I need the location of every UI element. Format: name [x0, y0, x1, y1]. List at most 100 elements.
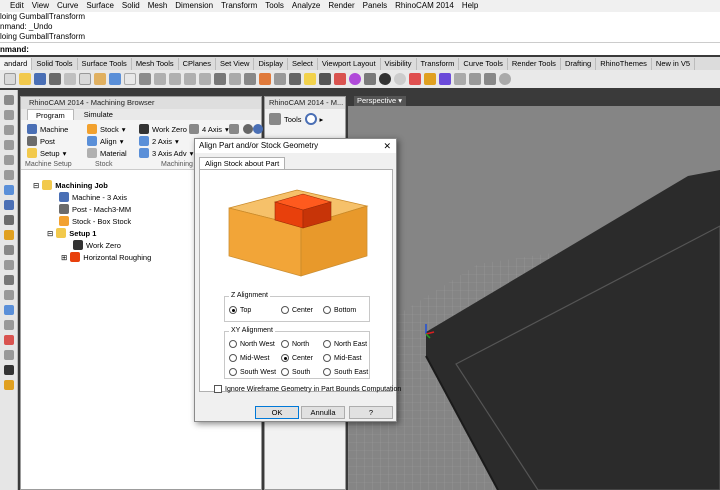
- fillet-icon[interactable]: [4, 275, 14, 285]
- command-prompt[interactable]: nmand:: [0, 42, 720, 55]
- z-center-radio[interactable]: Center: [281, 306, 313, 314]
- tab-display[interactable]: Display: [254, 58, 289, 70]
- tab-transform[interactable]: Transform: [417, 58, 460, 70]
- solid-icon[interactable]: [4, 200, 14, 210]
- xy-south-east-radio[interactable]: South East: [323, 368, 368, 376]
- tab-surface-tools[interactable]: Surface Tools: [78, 58, 132, 70]
- dialog-tab[interactable]: Align Stock about Part: [199, 157, 286, 169]
- zoom-extents-icon[interactable]: [184, 73, 196, 85]
- menu-rhinocam[interactable]: RhinoCAM 2014: [391, 0, 458, 12]
- tab-visibility[interactable]: Visibility: [381, 58, 417, 70]
- menu-help[interactable]: Help: [458, 0, 482, 12]
- cancel-button[interactable]: Annulla: [301, 406, 345, 419]
- pan-hand-icon[interactable]: [124, 73, 136, 85]
- line-icon[interactable]: [4, 110, 14, 120]
- tab-rhinothemes[interactable]: RhinoThemes: [596, 58, 652, 70]
- ok-button[interactable]: OK: [255, 406, 299, 419]
- tree-post[interactable]: Post - Mach3-MM: [59, 204, 131, 214]
- tab-select[interactable]: Select: [288, 58, 318, 70]
- material-button[interactable]: Material: [87, 148, 127, 158]
- dropdown-arrow-icon[interactable]: ▾: [398, 96, 402, 105]
- tab-drafting[interactable]: Drafting: [561, 58, 597, 70]
- open-folder-icon[interactable]: [19, 73, 31, 85]
- trim-icon[interactable]: [4, 290, 14, 300]
- stock-button[interactable]: Stock ▾: [87, 124, 126, 134]
- ignore-wireframe-checkbox[interactable]: Ignore Wireframe Geometry in Part Bounds…: [214, 385, 401, 393]
- menu-mesh[interactable]: Mesh: [144, 0, 172, 12]
- options-gear-icon[interactable]: [424, 73, 436, 85]
- close-icon[interactable]: ✕: [383, 139, 391, 153]
- settings-button[interactable]: [243, 124, 253, 134]
- xy-north-radio[interactable]: North: [281, 340, 309, 348]
- machine-button[interactable]: Machine: [27, 124, 68, 134]
- help-button[interactable]: [253, 124, 263, 134]
- help-icon[interactable]: [439, 73, 451, 85]
- tab-render-tools[interactable]: Render Tools: [508, 58, 561, 70]
- new-file-icon[interactable]: [4, 73, 16, 85]
- refresh-icon[interactable]: [304, 113, 317, 125]
- help-button[interactable]: ?: [349, 406, 393, 419]
- rotate-view-icon[interactable]: [139, 73, 151, 85]
- transform-icon[interactable]: [4, 305, 14, 315]
- cplane-icon[interactable]: [229, 73, 241, 85]
- tree-setup[interactable]: ⊟ Setup 1: [47, 228, 96, 238]
- mesh-icon[interactable]: [4, 215, 14, 225]
- circle-icon[interactable]: [4, 140, 14, 150]
- menu-analyze[interactable]: Analyze: [288, 0, 324, 12]
- select-points-icon[interactable]: [4, 95, 14, 105]
- viewport-tab-perspective[interactable]: Perspective ▾: [354, 96, 406, 106]
- expand-icon[interactable]: ⊟: [47, 229, 53, 238]
- z-top-radio[interactable]: Top: [229, 306, 251, 314]
- perspective-viewport[interactable]: [348, 106, 720, 490]
- layer-color-icon[interactable]: [334, 73, 346, 85]
- paste-icon[interactable]: [94, 73, 106, 85]
- cut-icon[interactable]: [64, 73, 76, 85]
- block-icon[interactable]: [4, 260, 14, 270]
- tab-standard[interactable]: andard: [0, 58, 33, 70]
- dialog-titlebar[interactable]: Align Part and/or Stock Geometry ✕: [195, 139, 396, 153]
- tree-machine[interactable]: Machine - 3 Axis: [59, 192, 127, 202]
- zoom-selected-icon[interactable]: [199, 73, 211, 85]
- light-bulb-icon[interactable]: [304, 73, 316, 85]
- axis3-adv-button[interactable]: 3 Axis Adv ▾: [139, 148, 193, 158]
- point-icon[interactable]: [259, 73, 271, 85]
- expand-icon[interactable]: ⊟: [33, 181, 39, 190]
- menu-solid[interactable]: Solid: [118, 0, 144, 12]
- copy-icon[interactable]: [79, 73, 91, 85]
- z-bottom-radio[interactable]: Bottom: [323, 306, 356, 314]
- rectangle-icon[interactable]: [4, 155, 14, 165]
- surface-icon[interactable]: [4, 185, 14, 195]
- menu-view[interactable]: View: [28, 0, 53, 12]
- xy-north-west-radio[interactable]: North West: [229, 340, 275, 348]
- command-history[interactable]: loing GumballTransform nmand: _Undo loin…: [0, 12, 720, 42]
- more-arrow-icon[interactable]: ▸: [320, 115, 324, 124]
- zoom-icon[interactable]: [154, 73, 166, 85]
- work-zero-button[interactable]: Work Zero: [139, 124, 187, 134]
- menu-panels[interactable]: Panels: [359, 0, 391, 12]
- menu-surface[interactable]: Surface: [82, 0, 118, 12]
- lock-layer-icon[interactable]: [319, 73, 331, 85]
- tab-viewport-layout[interactable]: Viewport Layout: [318, 58, 381, 70]
- xy-south-radio[interactable]: South: [281, 368, 310, 376]
- menu-render[interactable]: Render: [324, 0, 358, 12]
- menu-curve[interactable]: Curve: [53, 0, 82, 12]
- tree-root[interactable]: ⊟ Machining Job: [33, 180, 108, 190]
- lock-icon[interactable]: [274, 73, 286, 85]
- tools-wrench-button[interactable]: [229, 124, 239, 134]
- check-icon[interactable]: [4, 365, 14, 375]
- undo-icon[interactable]: [109, 73, 121, 85]
- object-properties-icon[interactable]: [364, 73, 376, 85]
- xy-center-radio[interactable]: Center: [281, 354, 313, 362]
- dimension-icon[interactable]: [4, 245, 14, 255]
- menu-dimension[interactable]: Dimension: [171, 0, 217, 12]
- light-icon[interactable]: [4, 230, 14, 240]
- tree-roughing[interactable]: ⊞ Horizontal Roughing: [61, 252, 151, 262]
- tab-cplanes[interactable]: CPlanes: [179, 58, 216, 70]
- zoom-window-icon[interactable]: [169, 73, 181, 85]
- color-wheel-icon[interactable]: [349, 73, 361, 85]
- cursor-icon[interactable]: [244, 73, 256, 85]
- tree-work-zero[interactable]: Work Zero: [73, 240, 121, 250]
- tab-set-view[interactable]: Set View: [216, 58, 255, 70]
- viewport-4-icon[interactable]: [214, 73, 226, 85]
- render-icon[interactable]: [409, 73, 421, 85]
